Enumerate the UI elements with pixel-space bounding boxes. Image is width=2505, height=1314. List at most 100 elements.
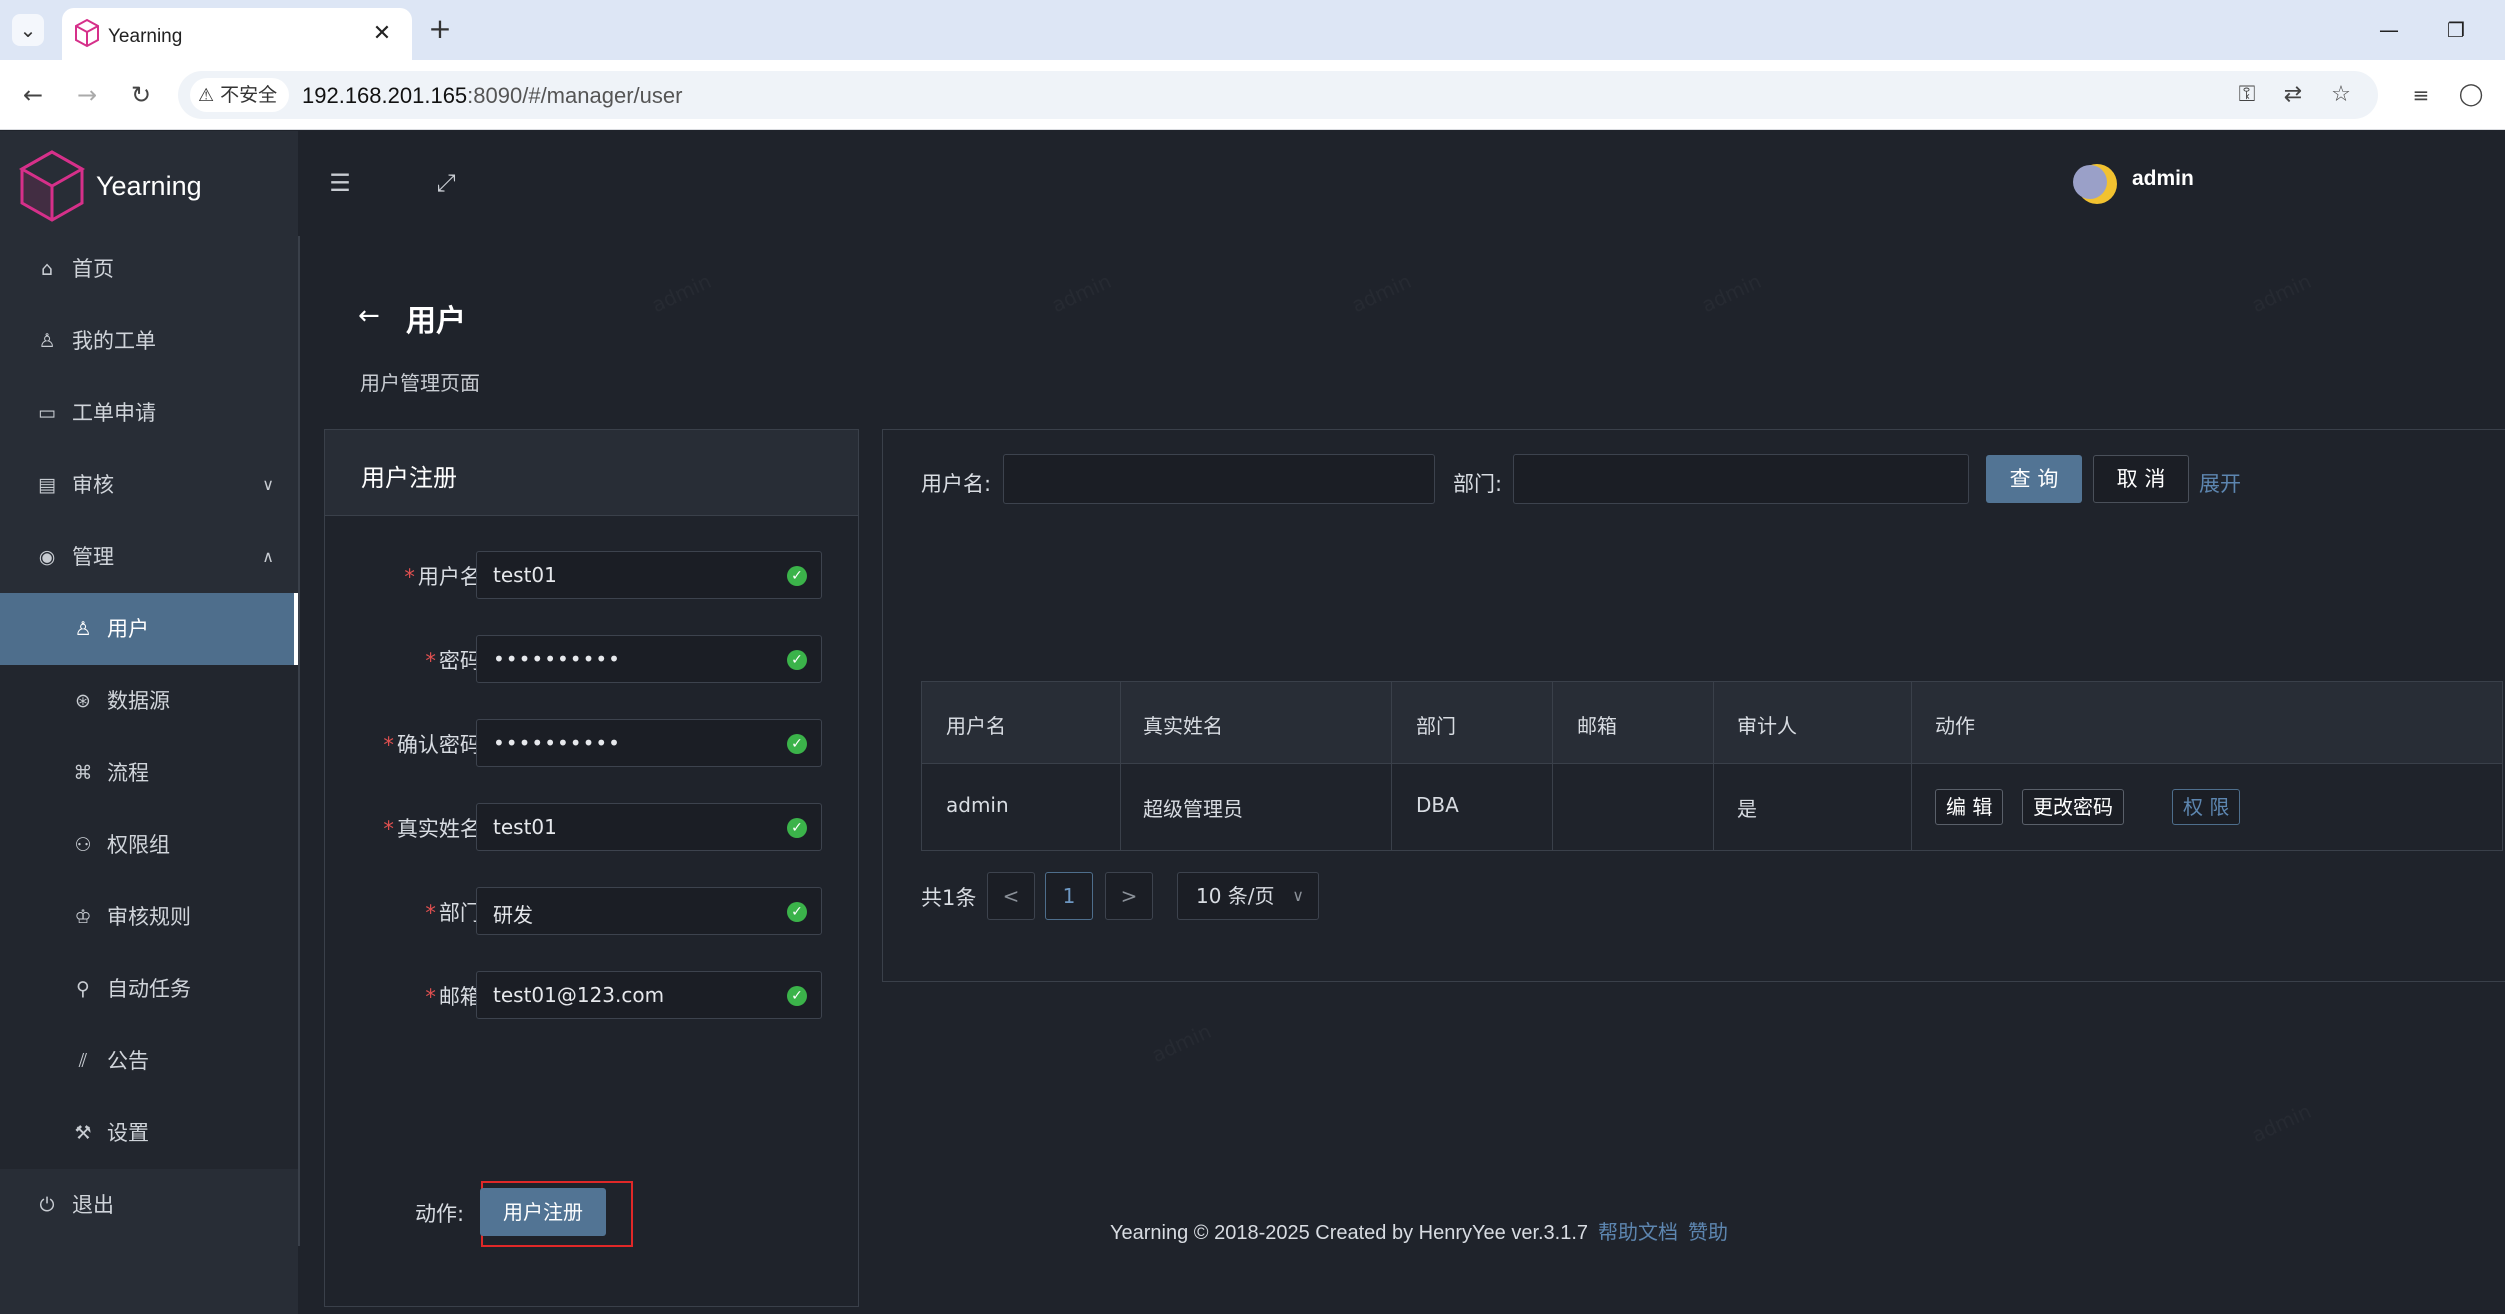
sidebar-item-logout[interactable]: ⏻ 退出	[0, 1169, 298, 1241]
cancel-button[interactable]: 取 消	[2093, 455, 2189, 503]
sidebar-item-label: 数据源	[107, 689, 170, 713]
watermark: admin	[648, 269, 715, 317]
expand-link[interactable]: 展开	[2199, 468, 2241, 498]
close-tab-icon[interactable]: ✕	[368, 20, 396, 48]
query-dept-label: 部门:	[1453, 472, 1503, 496]
sidebar-item-label: 自动任务	[107, 977, 191, 1001]
sidebar-item-users[interactable]: ♙ 用户	[0, 593, 298, 665]
sidebar-item-notice[interactable]: ⫽ 公告	[0, 1025, 298, 1097]
new-tab-button[interactable]: +	[424, 14, 456, 46]
insecure-label: 不安全	[220, 84, 278, 106]
watermark: admin	[1348, 269, 1415, 317]
avatar[interactable]	[2070, 159, 2120, 209]
cell-realname: 超级管理员	[1143, 797, 1243, 821]
sponsor-link[interactable]: 赞助	[1688, 1222, 1728, 1244]
profile-icon[interactable]: ◯	[2452, 76, 2490, 114]
department-field[interactable]: 研发 ✓	[476, 887, 822, 935]
confirm-password-field[interactable]: •••••••••• ✓	[476, 719, 822, 767]
tab-strip: ⌄ Yearning ✕ + — ❐	[0, 0, 2505, 60]
chevron-down-icon: ∨	[1292, 886, 1304, 905]
field-value: test01	[493, 815, 557, 839]
sidebar-item-my-orders[interactable]: ♙ 我的工单	[0, 305, 298, 377]
field-value: ••••••••••	[493, 647, 621, 671]
sidebar-item-label: 审核规则	[107, 905, 191, 929]
sidebar-item-audit-rules[interactable]: ♔ 审核规则	[0, 881, 298, 953]
url-path: :8090/#/manager/user	[467, 83, 683, 108]
url-field[interactable]: ⚠ 不安全 192.168.201.165:8090/#/manager/user…	[178, 71, 2378, 119]
username-field[interactable]: test01 ✓	[476, 551, 822, 599]
sidebar-item-auto-task[interactable]: ⚲ 自动任务	[0, 953, 298, 1025]
minimize-icon[interactable]: —	[2369, 12, 2409, 48]
sidebar-item-home[interactable]: ⌂ 首页	[0, 233, 298, 305]
user-list-card: 用户名: 部门: 查 询 取 消 展开 用户名 真实姓名 部门 邮箱 审计人 动…	[882, 429, 2505, 982]
edit-button[interactable]: 编 辑	[1935, 789, 2004, 825]
sidebar-item-label: 管理	[72, 545, 114, 569]
next-page-button[interactable]: >	[1105, 872, 1153, 920]
page-number-button[interactable]: 1	[1045, 872, 1093, 920]
column-header-email: 邮箱	[1577, 714, 1617, 738]
forward-icon[interactable]: →	[68, 76, 106, 114]
chevron-down-icon: ∨	[262, 475, 274, 494]
page-size-value: 10 条/页	[1196, 884, 1275, 908]
user-table: 用户名 真实姓名 部门 邮箱 审计人 动作 admin 超级管理员 DBA 是 …	[921, 681, 2503, 851]
register-button[interactable]: 用户注册	[480, 1188, 606, 1236]
attach-icon: ⚲	[76, 978, 90, 1000]
user-register-card: 用户注册 * 用户名: test01 ✓ * 密码: •••••••••• ✓ * 确认密…	[324, 429, 859, 1307]
tab-title: Yearning	[108, 26, 183, 47]
sidebar-item-datasource[interactable]: ⊛ 数据源	[0, 665, 298, 737]
back-arrow-icon[interactable]: ←	[358, 301, 380, 331]
yearning-favicon-icon	[75, 18, 99, 48]
bookmark-star-icon[interactable]: ☆	[2326, 80, 2356, 110]
column-header-actions: 动作	[1935, 714, 1975, 738]
help-docs-link[interactable]: 帮助文档	[1598, 1222, 1678, 1244]
sidebar-item-label: 首页	[72, 257, 114, 281]
column-header-department: 部门	[1416, 714, 1456, 738]
datasource-icon: ⊛	[75, 690, 91, 712]
query-dept-input[interactable]	[1513, 454, 1969, 504]
query-button[interactable]: 查 询	[1986, 455, 2082, 503]
column-divider	[1391, 682, 1392, 850]
query-username-label: 用户名:	[921, 472, 992, 496]
realname-field[interactable]: test01 ✓	[476, 803, 822, 851]
sidebar-item-manage[interactable]: ◉ 管理 ∧	[0, 521, 298, 593]
browser-tab[interactable]: Yearning ✕	[62, 8, 412, 60]
media-control-icon[interactable]: ≡	[2402, 76, 2440, 114]
sidebar-item-audit[interactable]: ▤ 审核 ∨	[0, 449, 298, 521]
page-title: 用户	[406, 304, 466, 339]
sidebar-item-flow[interactable]: ⌘ 流程	[0, 737, 298, 809]
sidebar-menu: ⌂ 首页 ♙ 我的工单 ▭ 工单申请 ▤ 审核 ∨ ◉ 管理 ∧ ♙ 用户 ⊛ …	[0, 233, 298, 1241]
permission-button[interactable]: 权 限	[2172, 789, 2241, 825]
collapse-menu-icon[interactable]: ☰	[322, 165, 358, 201]
cell-department: DBA	[1416, 793, 1459, 817]
username[interactable]: admin	[2132, 167, 2194, 191]
prev-page-button[interactable]: <	[987, 872, 1035, 920]
form-row-email: * 邮箱: test01@123.com ✓	[325, 971, 858, 1019]
page-size-select[interactable]: 10 条/页 ∨	[1177, 872, 1319, 920]
fullscreen-icon[interactable]: ⤢	[428, 165, 464, 201]
restore-icon[interactable]: ❐	[2436, 12, 2476, 48]
change-password-button[interactable]: 更改密码	[2022, 789, 2124, 825]
security-indicator[interactable]: ⚠ 不安全	[190, 78, 290, 112]
sidebar-item-order-apply[interactable]: ▭ 工单申请	[0, 377, 298, 449]
field-value: 研发	[493, 903, 533, 927]
brand-name: Yearning	[96, 171, 202, 201]
sidebar-item-label: 公告	[107, 1049, 149, 1073]
column-divider	[1911, 682, 1912, 850]
form-row-department: * 部门: 研发 ✓	[325, 887, 858, 935]
password-key-icon[interactable]: ⚿	[2232, 80, 2262, 110]
field-value: test01	[493, 563, 557, 587]
translate-icon[interactable]: ⇄	[2278, 80, 2308, 110]
reload-icon[interactable]: ↻	[122, 76, 160, 114]
password-field[interactable]: •••••••••• ✓	[476, 635, 822, 683]
column-divider	[1120, 682, 1121, 850]
required-mark: *	[404, 565, 415, 589]
sidebar-item-settings[interactable]: ⚒ 设置	[0, 1097, 298, 1169]
query-username-input[interactable]	[1003, 454, 1435, 504]
back-icon[interactable]: ←	[14, 76, 52, 114]
yearning-logo-icon	[18, 150, 86, 222]
tab-search-button[interactable]: ⌄	[12, 14, 44, 46]
field-label-text: 真实姓名:	[396, 817, 488, 841]
email-field[interactable]: test01@123.com ✓	[476, 971, 822, 1019]
sidebar-divider	[298, 236, 300, 1246]
sidebar-item-permission-group[interactable]: ⚇ 权限组	[0, 809, 298, 881]
